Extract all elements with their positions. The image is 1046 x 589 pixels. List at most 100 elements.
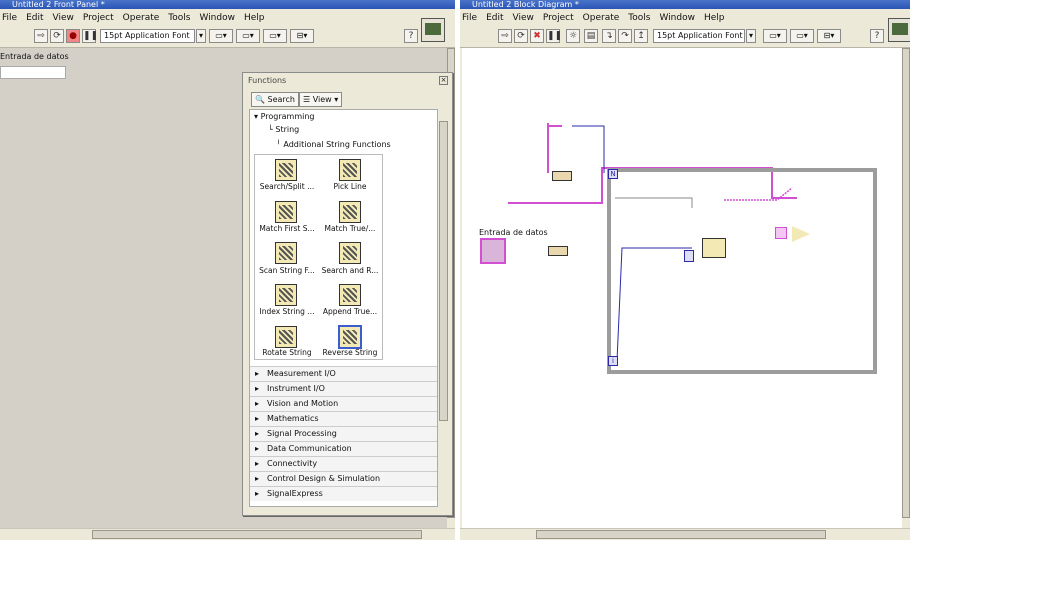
vi-icon[interactable] [421, 18, 445, 42]
distribute-objects-icon[interactable]: ▭▾ [236, 29, 260, 43]
match-true-false-string-icon[interactable] [339, 201, 361, 223]
menu-edit[interactable]: Edit [486, 13, 503, 23]
index-string-array-icon[interactable] [275, 284, 297, 306]
tree-item-string[interactable]: └ String [268, 125, 299, 134]
front-panel-title-bar[interactable]: Untitled 2 Front Panel * [0, 0, 455, 9]
string-length-function-icon[interactable] [548, 246, 568, 256]
close-icon[interactable]: × [439, 76, 448, 85]
for-loop-structure[interactable] [607, 168, 877, 374]
category-measurement-io[interactable]: Measurement I/O [250, 366, 437, 381]
function-label: Search and R... [321, 266, 379, 275]
menu-view[interactable]: View [53, 13, 74, 23]
function-label: Rotate String [262, 348, 312, 357]
pause-icon[interactable]: ❚❚ [82, 29, 98, 43]
search-and-replace-icon[interactable] [339, 242, 361, 264]
category-data-communication[interactable]: Data Communication [250, 441, 437, 456]
front-panel-horizontal-scrollbar[interactable] [0, 528, 455, 540]
help-icon[interactable]: ? [870, 29, 884, 43]
menu-window[interactable]: Window [659, 13, 695, 23]
string-subset-function-icon[interactable] [702, 238, 726, 258]
menu-help[interactable]: Help [704, 13, 725, 23]
highlight-execution-icon[interactable]: ☼ [566, 29, 580, 43]
tree-item-programming[interactable]: ▾ Programming [254, 112, 314, 121]
menu-operate[interactable]: Operate [123, 13, 160, 23]
function-label: Scan String F... [259, 266, 315, 275]
chevron-down-icon: ▾ [334, 95, 339, 104]
front-panel-toolbar: ⇨ ⟳ ● ❚❚ 15pt Application Font ▾ ▭▾ ▭▾ ▭… [0, 26, 455, 48]
run-arrow-icon[interactable]: ⇨ [498, 29, 512, 43]
help-icon[interactable]: ? [404, 29, 418, 43]
category-connectivity[interactable]: Connectivity [250, 456, 437, 471]
category-control-design-simulation[interactable]: Control Design & Simulation [250, 471, 437, 486]
category-vision-and-motion[interactable]: Vision and Motion [250, 396, 437, 411]
string-constant-icon[interactable] [552, 171, 572, 181]
menu-view[interactable]: View [513, 13, 534, 23]
menu-file[interactable]: File [2, 13, 17, 23]
menu-project[interactable]: Project [543, 13, 574, 23]
block-diagram-window: Untitled 2 Block Diagram * File Edit Vie… [460, 0, 910, 540]
font-selector[interactable]: 15pt Application Font [653, 29, 745, 43]
reorder-icon[interactable]: ⊟▾ [817, 29, 841, 43]
abort-icon[interactable]: ✖ [530, 29, 544, 43]
resize-objects-icon[interactable]: ▭▾ [263, 29, 287, 43]
font-dropdown-chevron-icon[interactable]: ▾ [746, 29, 756, 43]
align-objects-icon[interactable]: ▭▾ [763, 29, 787, 43]
palette-view-button[interactable]: ☰ View ▾ [299, 92, 343, 107]
search-split-string-icon[interactable] [275, 159, 297, 181]
run-continuously-icon[interactable]: ⟳ [514, 29, 528, 43]
block-diagram-horizontal-scrollbar[interactable] [460, 528, 910, 540]
palette-scrollbar[interactable] [439, 109, 448, 507]
string-constant-icon[interactable] [775, 227, 787, 239]
menu-tools[interactable]: Tools [168, 13, 190, 23]
run-arrow-icon[interactable]: ⇨ [34, 29, 48, 43]
count-terminal[interactable]: N [608, 169, 618, 179]
tree-item-additional-string-functions[interactable]: ╵ Additional String Functions [276, 140, 391, 149]
menu-project[interactable]: Project [83, 13, 114, 23]
font-dropdown-chevron-icon[interactable]: ▾ [196, 29, 206, 43]
menu-edit[interactable]: Edit [26, 13, 43, 23]
block-diagram-toolbar: ⇨ ⟳ ✖ ❚❚ ☼ ▤ ↴ ↷ ↥ 15pt Application Font… [460, 26, 910, 48]
control-label: Entrada de datos [0, 52, 69, 61]
reverse-string-icon[interactable] [338, 325, 362, 349]
block-diagram-title-bar[interactable]: Untitled 2 Block Diagram * [460, 0, 910, 9]
font-selector[interactable]: 15pt Application Font [100, 29, 195, 43]
pause-icon[interactable]: ❚❚ [546, 29, 562, 43]
scan-string-for-tokens-icon[interactable] [275, 242, 297, 264]
reorder-icon[interactable]: ⊟▾ [290, 29, 314, 43]
rotate-string-icon[interactable] [275, 326, 297, 348]
menu-operate[interactable]: Operate [583, 13, 620, 23]
distribute-objects-icon[interactable]: ▭▾ [790, 29, 814, 43]
retain-wire-values-icon[interactable]: ▤ [584, 29, 598, 43]
front-panel-title: Untitled 2 Front Panel * [12, 0, 105, 9]
append-true-false-string-icon[interactable] [339, 284, 361, 306]
step-into-icon[interactable]: ↴ [602, 29, 616, 43]
menu-file[interactable]: File [462, 13, 477, 23]
concatenate-arrow-icon[interactable] [792, 226, 810, 242]
terminal-label: Entrada de datos [479, 228, 548, 237]
run-continuously-icon[interactable]: ⟳ [50, 29, 64, 43]
vi-icon[interactable] [888, 18, 910, 42]
category-signalexpress[interactable]: SignalExpress [250, 486, 437, 501]
menu-help[interactable]: Help [244, 13, 265, 23]
menu-tools[interactable]: Tools [628, 13, 650, 23]
category-signal-processing[interactable]: Signal Processing [250, 426, 437, 441]
block-diagram-vertical-scrollbar[interactable] [902, 48, 910, 528]
category-instrument-io[interactable]: Instrument I/O [250, 381, 437, 396]
category-mathematics[interactable]: Mathematics [250, 411, 437, 426]
numeric-constant-icon[interactable] [684, 250, 694, 262]
string-control-input[interactable] [0, 66, 66, 79]
match-first-string-icon[interactable] [275, 201, 297, 223]
string-control-terminal[interactable] [480, 238, 506, 264]
palette-view-label: View [312, 95, 332, 104]
align-objects-icon[interactable]: ▭▾ [209, 29, 233, 43]
pick-line-icon[interactable] [339, 159, 361, 181]
iteration-terminal[interactable]: i [608, 356, 618, 366]
step-over-icon[interactable]: ↷ [618, 29, 632, 43]
abort-icon[interactable]: ● [66, 29, 80, 43]
step-out-icon[interactable]: ↥ [634, 29, 648, 43]
numeric-wire[interactable] [572, 125, 605, 173]
palette-search-button[interactable]: 🔍 Search [251, 92, 299, 107]
palette-title[interactable]: Functions [243, 73, 452, 88]
block-diagram-canvas[interactable]: Entrada de datos N i [462, 48, 902, 528]
menu-window[interactable]: Window [199, 13, 235, 23]
